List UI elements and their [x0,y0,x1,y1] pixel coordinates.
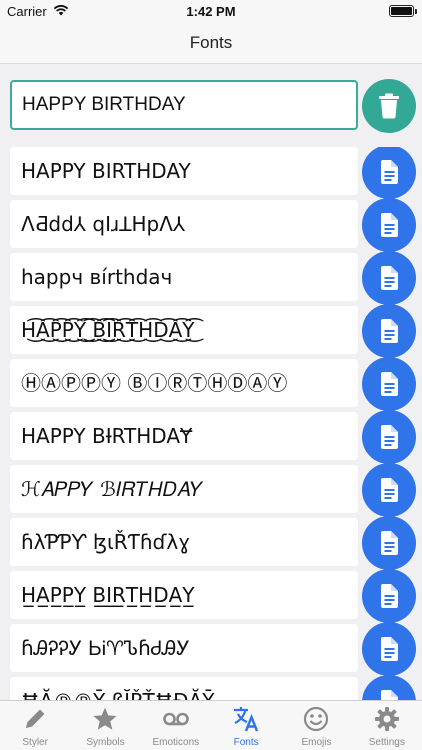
document-icon [381,319,398,343]
font-row[interactable]: H͜͡A͜͡P͜͡P͜͡Y͜͡ ͜͡B͜͡I͜͡R͜͡T͜͡H͜͡D͜͡A͜͡Y… [0,304,422,358]
document-icon [381,531,398,555]
font-preview[interactable]: HAPPY BIRTHDAY [10,147,358,195]
font-row[interactable]: ⒽⒶⓅⓅⓎ ⒷⒾⓇⓉⒽⒹⒶⓎ [0,357,422,411]
copy-button[interactable] [362,675,416,700]
font-row[interactable]: ɦλƤƤƳ ɮιŘƬɦɗλɣ [0,516,422,570]
font-preview[interactable]: H̲A̲P̲P̲Y̲ B̲I̲R̲T̲H̲D̲A̲Y̲ [10,571,358,619]
copy-button[interactable] [362,410,416,464]
font-preview[interactable]: hаppч вírthdач [10,253,358,301]
copy-button[interactable] [362,569,416,623]
font-row[interactable]: H̲A̲P̲P̲Y̲ B̲I̲R̲T̲H̲D̲A̲Y̲ [0,569,422,623]
document-icon [381,584,398,608]
star-icon [91,705,119,733]
tab-label: Symbols [86,737,125,748]
status-bar: Carrier 1:42 PM [0,0,422,22]
document-icon [381,266,398,290]
page-title: Fonts [189,33,233,52]
font-preview[interactable]: ĦĂ℗℗Ȳ ßĬŘŤĦĐĂȲ [10,677,358,700]
document-icon [381,160,398,184]
tab-bar: Styler Symbols Emoticons Fonts Emojis Setting… [0,700,422,750]
copy-button[interactable] [362,516,416,570]
clear-button[interactable] [362,79,416,133]
font-preview[interactable]: ɦᎯᎮᎮᎩ ᏏᎥ♈ᏖɦᏧᎯᎩ [10,624,358,672]
document-icon [381,372,398,396]
battery-icon [389,5,417,17]
tab-emojis[interactable]: Emojis [281,701,351,750]
font-row[interactable]: HAPPY BƗRTHDAɎ [0,410,422,464]
tab-emoticons[interactable]: Emoticons [141,701,211,750]
font-list[interactable]: HAPPY BIRTHDAY ɅƋdd⅄ qIɹꓕHpɅ⅄ hаppч вírthd… [0,147,422,700]
font-preview[interactable]: ℋ𝐴𝑃𝑃𝑌 ℬ𝐼𝑅𝑇𝐻𝐷𝐴𝑌 [10,465,358,513]
smiley-icon [302,705,330,733]
tab-fonts[interactable]: Fonts [211,701,281,750]
font-preview[interactable]: HAPPY BƗRTHDAɎ [10,412,358,460]
gear-icon [373,705,401,733]
clock: 1:42 PM [186,4,236,19]
translate-icon [232,705,260,733]
document-icon [381,478,398,502]
document-icon [381,213,398,237]
font-row[interactable]: hаppч вírthdач [0,251,422,305]
copy-button[interactable] [362,198,416,252]
tab-label: Emoticons [152,737,200,748]
copy-button[interactable] [362,304,416,358]
navigation-bar: Fonts [0,22,422,64]
copy-button[interactable] [362,147,416,199]
font-preview[interactable]: ɅƋdd⅄ qIɹꓕHpɅ⅄ [10,200,358,248]
tab-styler[interactable]: Styler [0,701,70,750]
copy-button[interactable] [362,357,416,411]
copy-button[interactable] [362,463,416,517]
pencil-icon [21,705,49,733]
font-row[interactable]: ɦᎯᎮᎮᎩ ᏏᎥ♈ᏖɦᏧᎯᎩ [0,622,422,676]
tab-label: Fonts [233,737,259,748]
font-preview[interactable]: H͜͡A͜͡P͜͡P͜͡Y͜͡ ͜͡B͜͡I͜͡R͜͡T͜͡H͜͡D͜͡A͜͡Y… [10,306,358,354]
battery-fill [391,7,412,15]
voicemail-icon [162,705,190,733]
font-row[interactable]: ĦĂ℗℗Ȳ ßĬŘŤĦĐĂȲ [0,675,422,700]
font-row[interactable]: ℋ𝐴𝑃𝑃𝑌 ℬ𝐼𝑅𝑇𝐻𝐷𝐴𝑌 [0,463,422,517]
font-preview[interactable]: ⒽⒶⓅⓅⓎ ⒷⒾⓇⓉⒽⒹⒶⓎ [10,359,358,407]
trash-icon [379,93,399,119]
text-input[interactable]: HAPPY BIRTHDAY [10,80,358,130]
tab-symbols[interactable]: Symbols [70,701,140,750]
document-icon [381,425,398,449]
copy-button[interactable] [362,251,416,305]
font-row[interactable]: HAPPY BIRTHDAY [0,147,422,199]
font-row[interactable]: ɅƋdd⅄ qIɹꓕHpɅ⅄ [0,198,422,252]
tab-label: Settings [368,737,405,748]
document-icon [381,637,398,661]
copy-button[interactable] [362,622,416,676]
tab-settings[interactable]: Settings [352,701,422,750]
font-preview[interactable]: ɦλƤƤƳ ɮιŘƬɦɗλɣ [10,518,358,566]
tab-label: Styler [22,737,48,748]
document-icon [381,690,398,700]
tab-label: Emojis [301,737,332,748]
